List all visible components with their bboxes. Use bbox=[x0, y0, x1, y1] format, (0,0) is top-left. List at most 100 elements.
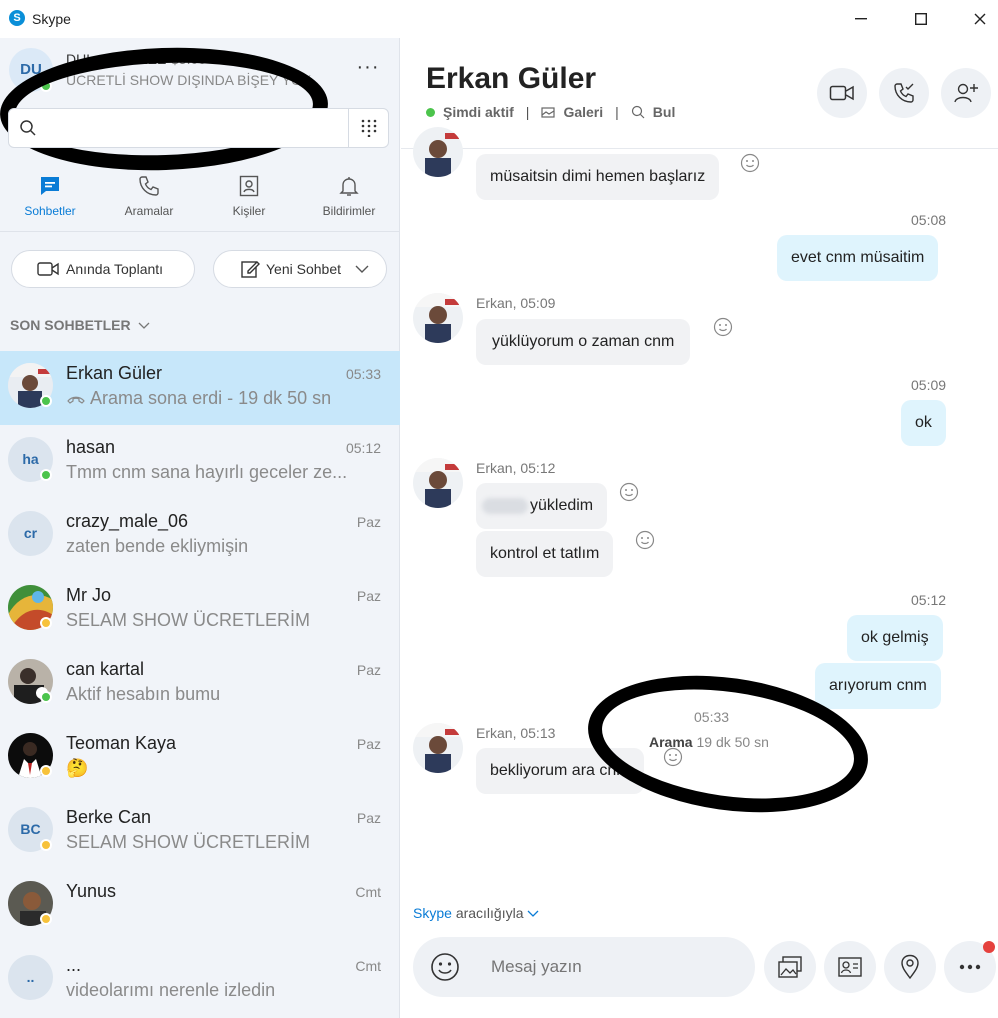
message-sender: Erkan, 05:13 bbox=[476, 725, 556, 741]
call-ended-icon bbox=[67, 396, 85, 404]
phone-icon bbox=[139, 176, 159, 196]
message-outgoing[interactable]: ok bbox=[901, 400, 946, 446]
react-emoji-icon[interactable] bbox=[619, 482, 639, 502]
react-emoji-icon[interactable] bbox=[740, 153, 760, 173]
chat-name: Teoman Kaya bbox=[66, 733, 177, 753]
list-item[interactable]: BC Berke Can Paz SELAM SHOW ÜCRETLERİM bbox=[0, 795, 400, 869]
react-emoji-icon[interactable] bbox=[713, 317, 733, 337]
chat-preview-text: Arama sona erdi - 19 dk 50 sn bbox=[90, 388, 332, 408]
react-emoji-icon[interactable] bbox=[635, 530, 655, 550]
list-item[interactable]: Teoman Kaya Paz 🤔 bbox=[0, 721, 400, 795]
chat-name: Erkan Güler bbox=[66, 363, 163, 383]
maximize-button[interactable] bbox=[898, 4, 944, 34]
add-media-button[interactable] bbox=[764, 941, 816, 993]
message-outgoing[interactable]: evet cnm müsaitim bbox=[777, 235, 939, 281]
chat-icon bbox=[41, 177, 59, 195]
recent-chats-header[interactable]: SON SOHBETLER bbox=[10, 317, 150, 333]
new-chat-button[interactable]: Yeni Sohbet bbox=[213, 250, 387, 288]
avatar bbox=[413, 293, 463, 343]
tab-contacts-label: Kişiler bbox=[232, 204, 266, 218]
search-box[interactable] bbox=[8, 108, 389, 148]
chat-time: Paz bbox=[356, 736, 381, 752]
chat-time: Cmt bbox=[355, 958, 381, 974]
message-outgoing[interactable]: arıyorum cnm bbox=[815, 663, 941, 709]
list-item[interactable]: .. ... Cmt videolarımı nerenle izledin bbox=[0, 943, 400, 1017]
window-title: Skype bbox=[32, 11, 71, 27]
chat-preview: Aktif hesabın bumu bbox=[66, 684, 221, 704]
find-link[interactable]: Bul bbox=[653, 104, 676, 120]
video-meet-icon bbox=[37, 262, 59, 276]
emoji-icon[interactable] bbox=[429, 951, 461, 983]
presence-online-icon bbox=[40, 691, 52, 703]
tab-contacts[interactable]: Kişiler bbox=[199, 170, 299, 226]
avatar: .. bbox=[8, 955, 53, 1000]
dialpad-button[interactable] bbox=[348, 109, 388, 147]
list-item[interactable]: Mr Jo Paz SELAM SHOW ÜCRETLERİM bbox=[0, 573, 400, 647]
message-incoming[interactable]: yükledim bbox=[476, 483, 608, 529]
more-dots-icon bbox=[959, 964, 981, 970]
tab-notifications[interactable]: Bildirimler bbox=[299, 170, 399, 226]
list-item[interactable]: Yunus Cmt bbox=[0, 869, 400, 943]
chat-preview: SELAM SHOW ÜCRETLERİM bbox=[66, 832, 311, 852]
message-text: yükledim bbox=[530, 497, 594, 514]
separator: | bbox=[525, 104, 530, 120]
meet-now-label: Anında Toplantı bbox=[66, 261, 164, 277]
tab-chats[interactable]: Sohbetler bbox=[0, 170, 100, 226]
search-icon[interactable] bbox=[631, 105, 645, 119]
video-call-button[interactable] bbox=[817, 68, 867, 118]
list-item[interactable]: ha hasan 05:12 Tmm cnm sana hayırlı gece… bbox=[0, 425, 400, 499]
add-people-button[interactable] bbox=[941, 68, 991, 118]
avatar bbox=[413, 458, 463, 508]
chat-time: 05:12 bbox=[345, 440, 381, 456]
message-outgoing[interactable]: ok gelmiş bbox=[847, 615, 943, 661]
search-input[interactable] bbox=[49, 117, 339, 141]
message-incoming[interactable]: müsaitsin dimi hemen başlarız bbox=[476, 154, 720, 200]
message-incoming[interactable]: yüklüyorum o zaman cnm bbox=[476, 319, 691, 365]
conversation-meta: Şimdi aktif | Galeri | Bul bbox=[426, 104, 675, 120]
chat-list: Erkan Güler 05:33 Arama sona erdi - 19 d… bbox=[0, 351, 400, 1017]
search-icon bbox=[20, 120, 36, 136]
message-time: 05:12 bbox=[911, 592, 947, 608]
message-incoming[interactable]: kontrol et tatlım bbox=[476, 531, 614, 577]
chat-name: can kartal bbox=[66, 659, 145, 679]
chat-name: hasan bbox=[66, 437, 116, 457]
chevron-down-icon bbox=[527, 910, 539, 917]
chat-name: Berke Can bbox=[66, 807, 152, 827]
presence-away-icon bbox=[40, 765, 52, 777]
audio-call-button[interactable] bbox=[879, 68, 929, 118]
phone-icon bbox=[894, 83, 914, 103]
close-button[interactable] bbox=[957, 4, 998, 34]
conversation-title[interactable]: Erkan Güler bbox=[426, 62, 596, 96]
chat-name: crazy_male_06 bbox=[66, 511, 189, 531]
left-pane: DU DUL.GAMZEEE $5.00 ÜCRETLİ SHOW DIŞIND… bbox=[0, 38, 400, 1018]
sent-via[interactable]: Skype aracılığıyla bbox=[413, 905, 539, 921]
list-item[interactable]: cr crazy_male_06 Paz zaten bende ekliymi… bbox=[0, 499, 400, 573]
bell-icon bbox=[339, 177, 359, 196]
more-options-button[interactable]: ··· bbox=[352, 56, 384, 84]
send-location-button[interactable] bbox=[884, 941, 936, 993]
gallery-link[interactable]: Galeri bbox=[563, 104, 603, 120]
send-contact-button[interactable] bbox=[824, 941, 876, 993]
presence-status: Şimdi aktif bbox=[443, 104, 514, 120]
chevron-down-icon[interactable] bbox=[355, 264, 369, 274]
list-item[interactable]: Erkan Güler 05:33 Arama sona erdi - 19 d… bbox=[0, 351, 400, 425]
chat-preview: Tmm cnm sana hayırlı geceler ze... bbox=[66, 462, 348, 482]
message-sender: Erkan, 05:12 bbox=[476, 460, 556, 476]
message-input[interactable] bbox=[491, 955, 731, 979]
avatar bbox=[413, 723, 463, 773]
location-pin-icon bbox=[901, 954, 919, 980]
chat-preview: 🤔 bbox=[66, 758, 89, 778]
avatar bbox=[413, 127, 463, 177]
chat-time: Paz bbox=[356, 810, 381, 826]
list-item[interactable]: can kartal Paz Aktif hesabın bumu bbox=[0, 647, 400, 721]
presence-away-icon bbox=[40, 617, 52, 629]
compose-icon bbox=[241, 261, 260, 278]
chat-name: ... bbox=[66, 955, 82, 975]
meet-now-button[interactable]: Anında Toplantı bbox=[11, 250, 195, 288]
gallery-icon[interactable] bbox=[541, 106, 556, 118]
tab-calls[interactable]: Aramalar bbox=[99, 170, 199, 226]
image-icon bbox=[778, 956, 802, 978]
message-composer[interactable] bbox=[413, 937, 755, 997]
chat-time: 05:33 bbox=[345, 366, 381, 382]
minimize-button[interactable] bbox=[838, 4, 884, 34]
